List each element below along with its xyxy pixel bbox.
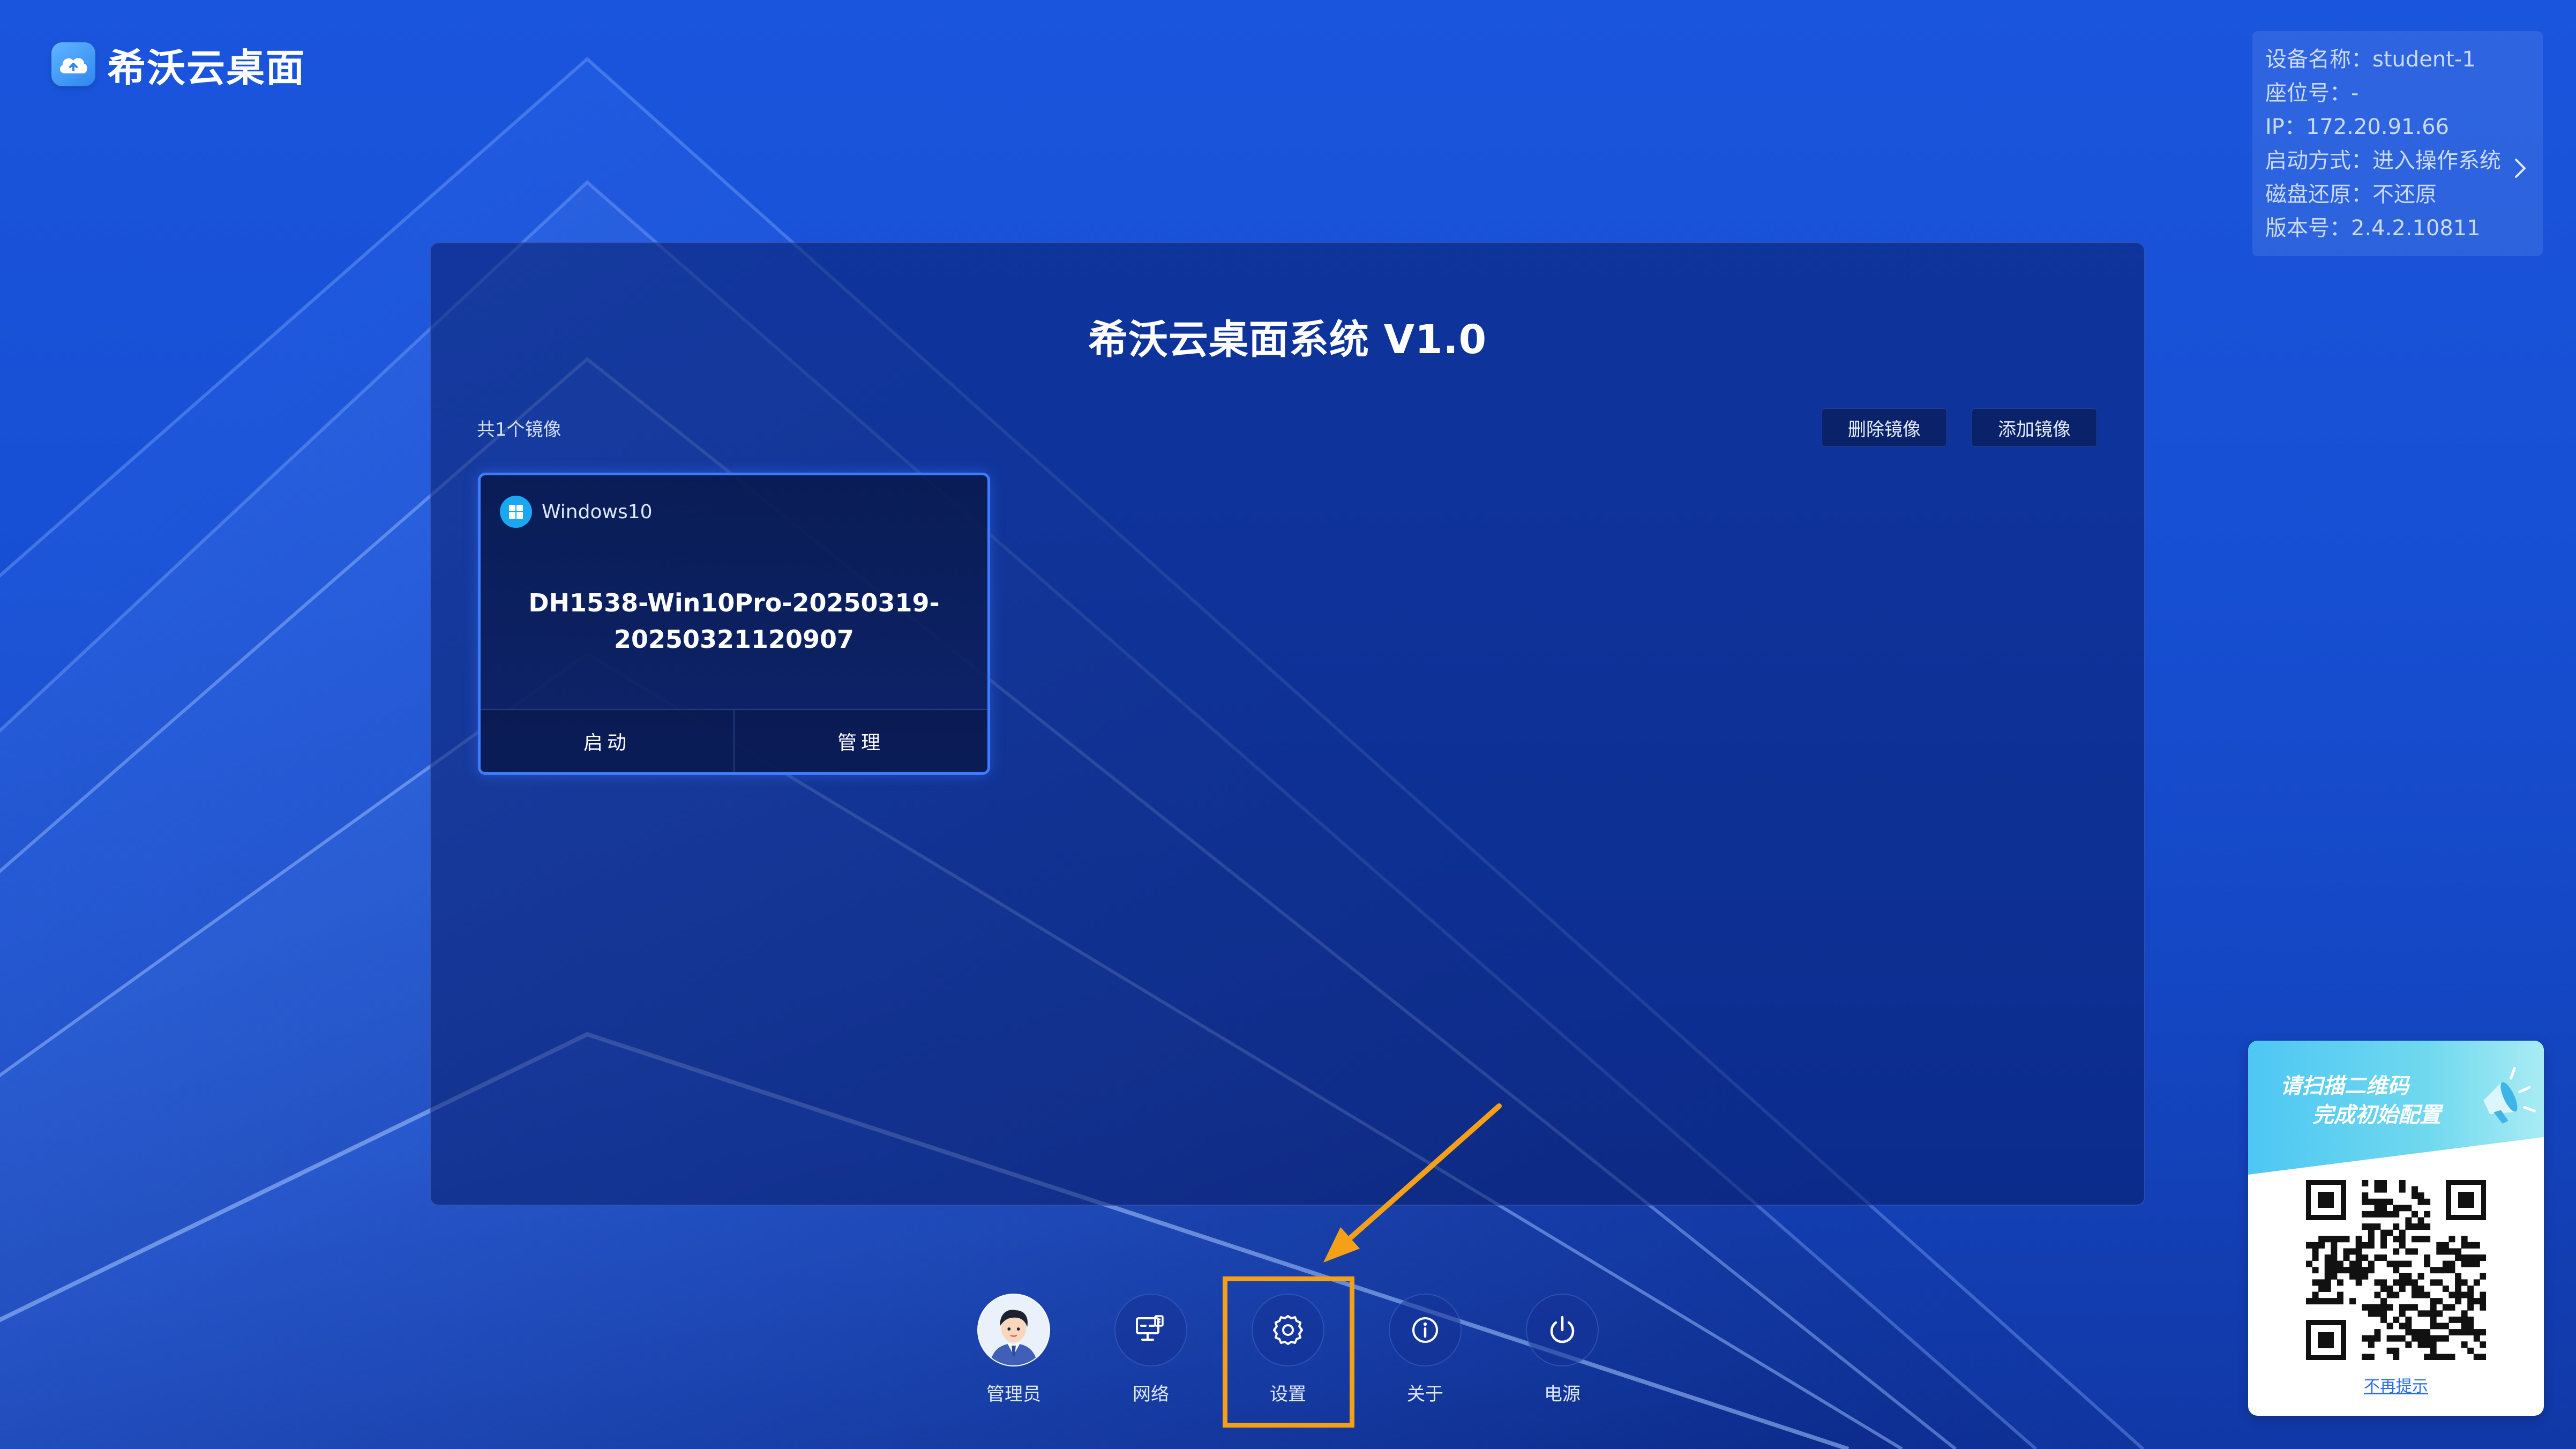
os-label: Windows10 [500, 496, 653, 528]
dont-show-again-link[interactable]: 不再提示 [2248, 1373, 2544, 1396]
qr-setup-card: 请扫描二维码 完成初始配置 不再提示 [2248, 1041, 2544, 1416]
qr-instruction-line1: 请扫描二维码 [2280, 1074, 2409, 1099]
manage-button[interactable]: 管理 [733, 710, 987, 772]
dock-label: 网络 [1133, 1384, 1169, 1405]
cloud-logo-icon [51, 42, 95, 86]
dock-item-admin[interactable]: 管理员 [960, 1294, 1067, 1411]
network-icon[interactable] [1114, 1294, 1187, 1366]
image-count: 共1个镜像 [477, 419, 561, 440]
ip-row: IP：172.20.91.66 [2265, 115, 2450, 139]
version-row: 版本号：2.4.2.10811 [2265, 216, 2481, 241]
avatar-icon[interactable] [977, 1294, 1050, 1366]
dock-label: 关于 [1407, 1384, 1443, 1405]
dock-item-about[interactable]: 关于 [1372, 1294, 1479, 1411]
device-info-panel[interactable]: 设备名称：student-1 座位号：- IP：172.20.91.66 启动方… [2252, 31, 2543, 256]
device-name-row: 设备名称：student-1 [2265, 47, 2476, 72]
boot-mode-row: 启动方式：进入操作系统 [2265, 148, 2501, 173]
qr-code-image [2306, 1180, 2486, 1360]
main-panel: 希沃云桌面系统 V1.0 共1个镜像 删除镜像 添加镜像 Windows10 D… [430, 242, 2145, 1206]
card-actions: 启动 管理 [481, 709, 987, 772]
qr-instruction-line2: 完成初始配置 [2312, 1103, 2441, 1127]
settings-highlight-box [1223, 1276, 1354, 1428]
app-logo: 希沃云桌面 [51, 39, 306, 91]
os-name: Windows10 [542, 501, 653, 523]
power-icon[interactable] [1526, 1294, 1599, 1366]
dock-item-network[interactable]: 网络 [1097, 1294, 1204, 1411]
disk-restore-row: 磁盘还原：不还原 [2265, 182, 2437, 207]
windows-icon [500, 496, 532, 528]
dock-label: 电源 [1544, 1384, 1581, 1405]
delete-image-button[interactable]: 删除镜像 [1822, 408, 1947, 447]
image-card[interactable]: Windows10 DH1538-Win10Pro-20250319-20250… [478, 473, 990, 775]
info-icon[interactable] [1389, 1294, 1462, 1366]
add-image-button[interactable]: 添加镜像 [1972, 408, 2097, 447]
app-name: 希沃云桌面 [107, 45, 306, 91]
dock-item-power[interactable]: 电源 [1509, 1294, 1616, 1411]
chevron-right-icon[interactable] [2514, 158, 2527, 179]
page-title: 希沃云桌面系统 V1.0 [1088, 317, 1487, 363]
image-name: DH1538-Win10Pro-20250319-20250321120907 [528, 588, 940, 654]
start-button[interactable]: 启动 [481, 710, 733, 772]
dock-label: 管理员 [986, 1384, 1041, 1405]
seat-number-row: 座位号：- [2265, 81, 2359, 106]
